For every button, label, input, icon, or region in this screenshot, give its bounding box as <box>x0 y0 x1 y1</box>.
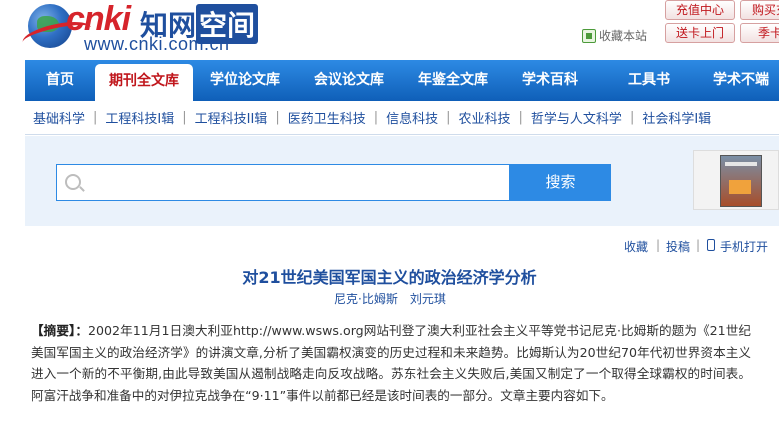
category-engineering-1[interactable]: 工程科技I辑 <box>105 108 174 127</box>
nav-reference-books[interactable]: 工具书 <box>595 60 703 101</box>
buy-card-button[interactable]: 购买充 <box>740 0 779 20</box>
main-nav: 首页 期刊全文库 学位论文库 会议论文库 年鉴全文库 学术百科 工具书 学术不端 <box>25 60 779 101</box>
category-nav: 基础科学 | 工程科技I辑 | 工程科技II辑 | 医药卫生科技 | 信息科技 … <box>25 101 779 135</box>
author-link[interactable]: 刘元琪 <box>410 290 446 307</box>
book-ad-banner[interactable] <box>693 150 779 210</box>
nav-encyclopedia[interactable]: 学术百科 <box>505 60 595 101</box>
season-card-button[interactable]: 季卡 <box>740 23 779 43</box>
nav-journals[interactable]: 期刊全文库 <box>95 64 193 101</box>
search-icon <box>65 174 81 190</box>
category-information[interactable]: 信息科技 <box>386 108 438 127</box>
separator: | <box>446 110 451 125</box>
article-authors: 尼克·比姆斯 刘元琪 <box>334 290 446 307</box>
abstract-label: 【摘要】： <box>31 323 89 338</box>
book-cover-image <box>720 155 762 207</box>
mobile-open-link[interactable]: 手机打开 <box>720 238 768 255</box>
nav-theses[interactable]: 学位论文库 <box>193 60 297 101</box>
search-area: 搜索 <box>25 136 779 226</box>
category-engineering-2[interactable]: 工程科技II辑 <box>195 108 268 127</box>
separator: | <box>93 110 98 125</box>
bookmark-icon <box>582 28 596 43</box>
recharge-center-button[interactable]: 充值中心 <box>665 0 735 20</box>
nav-home[interactable]: 首页 <box>25 60 95 101</box>
logo-url: www.cnki.com.cn <box>84 34 230 54</box>
article-tools: 收藏 | 投稿 | 手机打开 <box>0 238 779 254</box>
cnki-logo[interactable]: cnki 知网 空间 www.cnki.com.cn <box>20 0 268 54</box>
site-header: cnki 知网空间 www.cnki.com.cn 收藏本站 充值中心 购买充 … <box>0 0 779 58</box>
category-medicine[interactable]: 医药卫生科技 <box>288 108 366 127</box>
card-delivery-button[interactable]: 送卡上门 <box>665 23 735 43</box>
nav-misconduct[interactable]: 学术不端 <box>703 60 779 101</box>
category-basic-science[interactable]: 基础科学 <box>33 108 85 127</box>
favorite-site-link[interactable]: 收藏本站 <box>582 27 647 44</box>
author-link[interactable]: 尼克·比姆斯 <box>334 290 398 307</box>
nav-yearbooks[interactable]: 年鉴全文库 <box>401 60 505 101</box>
search-box <box>56 164 510 201</box>
search-input[interactable] <box>89 165 504 200</box>
nav-conferences[interactable]: 会议论文库 <box>297 60 401 101</box>
favorite-site-label: 收藏本站 <box>599 29 648 43</box>
collect-link[interactable]: 收藏 <box>624 238 648 255</box>
category-social-science-1[interactable]: 社会科学I辑 <box>642 108 711 127</box>
separator: | <box>373 110 379 125</box>
separator: | <box>182 110 187 125</box>
article-title: 对21世纪美国军国主义的政治经济学分析 <box>242 268 537 287</box>
article-abstract: 【摘要】：2002年11月1日澳大利亚http://www.wsws.org网站… <box>31 320 751 406</box>
category-agriculture[interactable]: 农业科技 <box>459 108 511 127</box>
search-button[interactable]: 搜索 <box>510 164 611 201</box>
separator: | <box>275 110 280 125</box>
separator: | <box>629 110 635 125</box>
submit-link[interactable]: 投稿 <box>666 238 690 255</box>
separator: | <box>656 238 661 252</box>
category-humanities[interactable]: 哲学与人文科学 <box>531 108 622 127</box>
abstract-text: 2002年11月1日澳大利亚http://www.wsws.org网站刊登了澳大… <box>31 323 752 403</box>
separator: | <box>518 110 523 125</box>
separator: | <box>696 238 701 252</box>
mobile-phone-icon <box>707 239 715 251</box>
